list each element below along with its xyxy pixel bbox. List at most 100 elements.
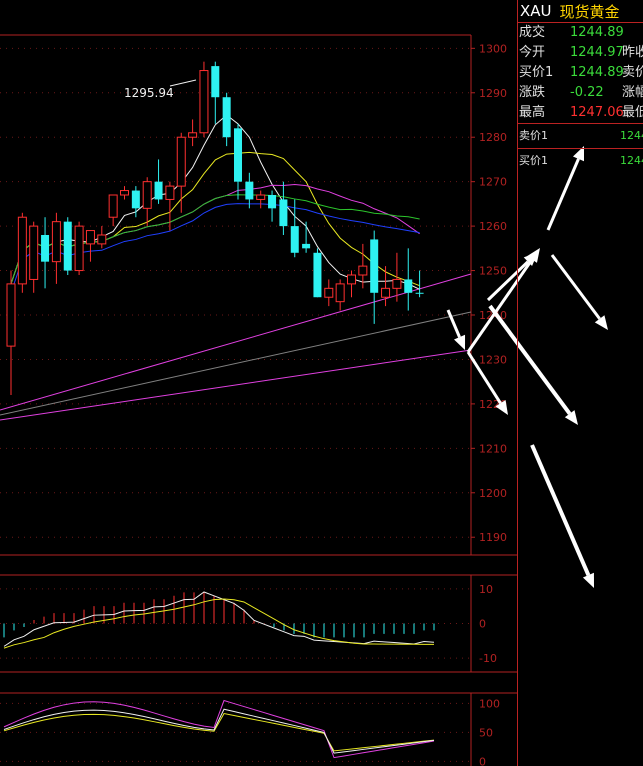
price-tick-label: 1190 [479,531,507,544]
quote-row: 成交 1244.89 [518,23,643,43]
candle[interactable] [199,61,209,138]
candle[interactable] [415,270,424,298]
quote-label: 买价1 [519,65,554,80]
candle[interactable] [51,212,61,284]
candle-body [108,194,118,218]
quote-label: 今开 [519,45,546,60]
candle[interactable] [381,266,391,307]
candle[interactable] [256,190,266,209]
candle[interactable] [370,230,379,324]
quote-row: 买价1 1244.89卖价 [518,63,643,83]
quote-label: 涨跌 [519,85,546,100]
candle-body [302,243,311,249]
candle-body [63,221,72,271]
moving-average-lines [10,114,420,293]
candle-body [6,283,16,347]
candle[interactable] [17,212,27,293]
candle[interactable] [108,194,118,227]
candle[interactable] [120,186,129,200]
quote-header: XAU 现货黄金 [518,0,643,22]
candle-body [222,97,231,138]
book-value: 1244 [620,154,643,167]
candle[interactable] [154,159,163,204]
price-tick-label: 1220 [479,398,507,411]
ma20-line [10,184,420,285]
quote-label-secondary: 涨幅 [622,85,643,100]
candle-body [85,230,95,245]
candle[interactable] [222,92,231,147]
candle-body [51,221,61,263]
order-book: 卖价1 1244 买价1 1244 [518,124,643,173]
candle-body [188,132,198,138]
candle[interactable] [85,230,95,262]
candle-body [120,190,129,196]
candle[interactable] [245,172,254,209]
candle-body [335,283,345,303]
candle[interactable] [6,270,16,395]
kdj-tick-label: 0 [479,755,486,766]
candle[interactable] [268,190,277,222]
candle[interactable] [29,221,39,293]
candle[interactable] [97,226,107,249]
candle[interactable] [302,221,311,253]
candle-body [370,239,379,293]
trend-lines [0,273,472,421]
candle-body [74,225,84,272]
candle-body [165,185,175,200]
candle-body [290,226,299,253]
book-row: 卖价1 1244 [518,124,643,149]
candle[interactable] [313,248,322,298]
candle-body [176,136,186,187]
candle-body [392,278,402,289]
candle[interactable] [211,61,220,124]
macd-dif-line [3,591,435,647]
candle[interactable] [142,177,152,227]
book-value: 1244 [620,129,643,142]
kline-chart[interactable]: 1300 1290 1280 1270 1260 1250 1240 1230 1220 1210… [0,0,517,766]
candle[interactable] [404,248,413,311]
quote-rows: 成交1244.89今开1244.97昨收买价11244.89卖价涨跌-0.22涨… [518,23,643,123]
candle[interactable] [347,270,356,298]
candle-body [404,279,413,293]
price-axis: 1300 1290 1280 1270 1260 1250 1240 1230 1220 1210… [0,34,517,556]
ma10-line [10,151,420,287]
candle-body [234,128,242,182]
quote-panel: XAU 现货黄金 成交1244.89今开1244.97昨收买价11244.89卖… [517,0,643,766]
quote-label-secondary: 昨收 [622,45,643,60]
book-label: 卖价1 [519,129,548,142]
kdj-tick-label: 50 [479,726,493,739]
kdj-tick-label: 100 [479,697,500,710]
candle-body [358,265,368,276]
candle[interactable] [74,221,84,275]
macd-dea-line [3,598,435,649]
candle[interactable] [335,279,345,311]
quote-label: 最高 [519,105,546,120]
book-row: 买价1 1244 [518,149,643,173]
candle-body [17,216,27,285]
macd-panel: 10 0 -10 [0,574,517,673]
quote-value: 1244.89 [570,65,624,80]
candle-body [347,274,356,285]
candle[interactable] [176,132,186,213]
candle[interactable] [41,217,50,289]
candle-body [199,70,209,134]
candle[interactable] [234,123,242,200]
symbol-code: XAU [520,2,552,20]
candle[interactable] [188,119,198,147]
price-tick-label: 1200 [479,487,507,500]
quote-row: 涨跌 -0.22 涨幅 [518,83,643,103]
price-tick-label: 1270 [479,176,507,189]
candle-body [142,181,152,209]
candle-body [131,190,140,209]
quote-label-secondary: 卖价 [622,65,643,80]
candle-body [279,199,288,227]
candles[interactable] [6,61,424,395]
candle[interactable] [324,279,334,307]
trend-line-upper [0,273,472,411]
candle[interactable] [63,217,72,275]
candle[interactable] [279,181,288,235]
quote-value: 1244.89 [570,25,624,40]
candle-body [415,292,424,294]
quote-value: 1244.97 [570,45,624,60]
quote-value: -0.22 [570,85,604,100]
